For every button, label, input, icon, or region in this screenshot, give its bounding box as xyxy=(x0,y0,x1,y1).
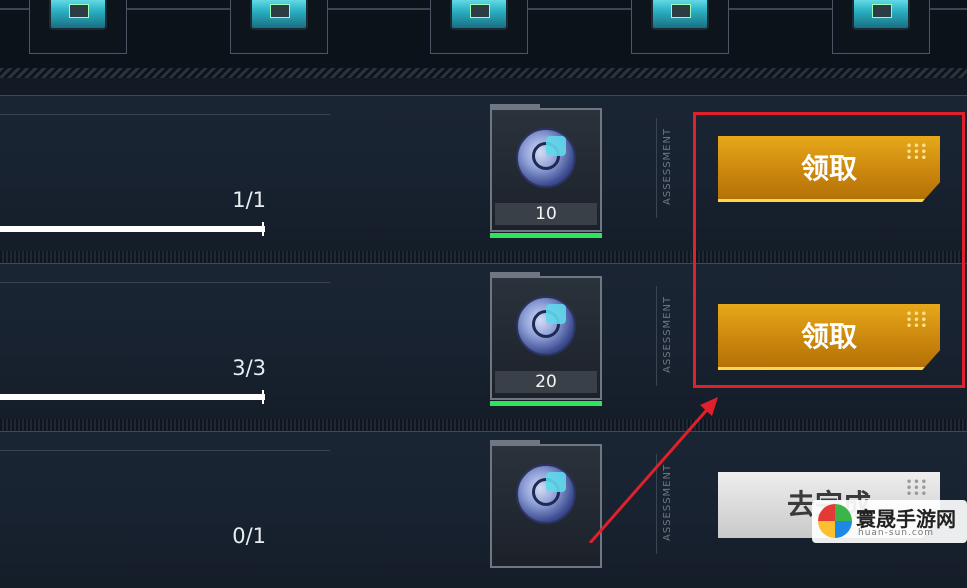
supply-chest-icon xyxy=(852,0,910,30)
task-progress-text: 1/1 xyxy=(232,188,266,212)
reward-card[interactable] xyxy=(490,440,602,568)
task-progress-bar xyxy=(0,394,265,400)
row-divider xyxy=(0,282,330,283)
supply-chest-icon xyxy=(450,0,508,30)
reward-card[interactable]: 20 xyxy=(490,272,602,406)
task-progress-text: 0/1 xyxy=(232,524,266,548)
chest-slot[interactable] xyxy=(631,0,729,54)
reward-card[interactable]: 10 xyxy=(490,104,602,238)
reward-quantity: 20 xyxy=(495,371,597,393)
supply-chest-icon xyxy=(49,0,107,30)
row-separator xyxy=(0,419,967,431)
supply-chest-icon xyxy=(250,0,308,30)
chest-slot[interactable] xyxy=(832,0,930,54)
assessment-divider xyxy=(656,286,657,386)
chest-slot[interactable] xyxy=(29,0,127,54)
dots-grid-icon: ••• ••• ••• xyxy=(905,477,928,500)
assessment-divider xyxy=(656,118,657,218)
assessment-label: ASSESSMENT xyxy=(662,463,673,541)
highlight-box xyxy=(693,112,965,388)
progress-bar-cap xyxy=(262,390,264,404)
card-tab xyxy=(490,440,540,446)
coin-reward-icon xyxy=(516,296,576,356)
assessment-divider xyxy=(656,454,657,554)
coin-reward-icon xyxy=(516,128,576,188)
hatch-divider xyxy=(0,68,967,78)
supply-chest-icon xyxy=(651,0,709,30)
assessment-label: ASSESSMENT xyxy=(662,295,673,373)
assessment-label: ASSESSMENT xyxy=(662,127,673,205)
reward-complete-bar xyxy=(490,233,602,238)
task-progress-text: 3/3 xyxy=(232,356,266,380)
chest-slot[interactable] xyxy=(230,0,328,54)
progress-bar-cap xyxy=(262,222,264,236)
task-progress-bar xyxy=(0,226,265,232)
coin-reward-icon xyxy=(516,464,576,524)
card-tab xyxy=(490,272,540,278)
watermark: 寰晟手游网 huan-sun.com xyxy=(812,500,967,543)
row-divider xyxy=(0,450,330,451)
watermark-logo-icon xyxy=(818,504,852,538)
watermark-url: huan-sun.com xyxy=(858,528,935,538)
reward-quantity: 10 xyxy=(495,203,597,225)
card-tab xyxy=(490,104,540,110)
reward-complete-bar xyxy=(490,401,602,406)
chest-track xyxy=(0,0,967,68)
chest-slot[interactable] xyxy=(430,0,528,54)
row-divider xyxy=(0,114,330,115)
